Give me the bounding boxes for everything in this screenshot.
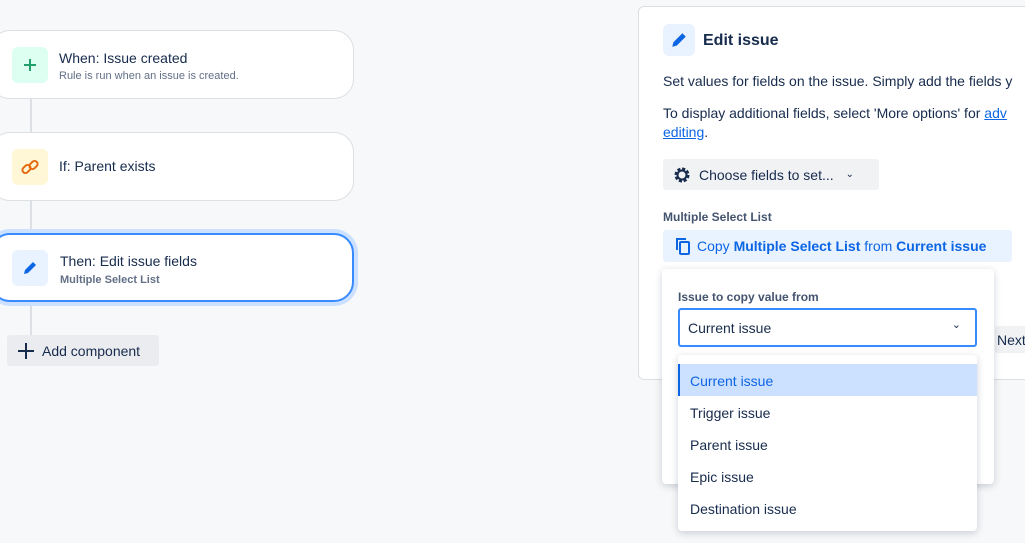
next-button[interactable]: Next	[995, 326, 1025, 353]
option-trigger-issue[interactable]: Trigger issue	[678, 396, 977, 428]
option-epic-issue[interactable]: Epic issue	[678, 460, 977, 492]
advanced-link[interactable]: adv	[984, 105, 1007, 121]
choose-fields-button[interactable]: Choose fields to set... ⌄	[663, 159, 879, 190]
pencil-icon	[663, 24, 695, 56]
trigger-subtitle: Rule is run when an issue is created.	[59, 70, 239, 82]
choose-fields-label: Choose fields to set...	[699, 166, 834, 183]
issue-select-value: Current issue	[688, 320, 772, 336]
add-component-label: Add component	[42, 342, 141, 359]
pencil-icon	[12, 250, 48, 286]
copy-text: Copy	[697, 238, 734, 254]
panel-description: Set values for fields on the issue. Simp…	[663, 73, 1013, 89]
add-component-button[interactable]: Add component	[7, 335, 159, 366]
trigger-card[interactable]: When: Issue created Rule is run when an …	[0, 30, 354, 99]
action-title: Then: Edit issue fields	[60, 253, 197, 269]
popup-label: Issue to copy value from	[678, 290, 819, 304]
action-subtitle: Multiple Select List	[60, 274, 160, 286]
copy-field-name: Multiple Select List	[733, 238, 861, 254]
field-label: Multiple Select List	[663, 210, 772, 224]
gear-icon	[674, 167, 690, 182]
connector	[30, 302, 32, 336]
trigger-title: When: Issue created	[59, 50, 188, 66]
action-card[interactable]: Then: Edit issue fields Multiple Select …	[0, 233, 354, 302]
option-current-issue[interactable]: Current issue	[678, 364, 977, 396]
desc-period: .	[704, 124, 709, 140]
chevron-down-icon: ⌄	[845, 169, 855, 180]
chevron-down-icon: ⌄	[951, 319, 961, 331]
connector	[30, 200, 32, 234]
editing-link[interactable]: editing	[663, 124, 704, 140]
condition-title: If: Parent exists	[59, 158, 156, 174]
plus-icon	[12, 47, 48, 83]
issue-options-list: Current issue Trigger issue Parent issue…	[678, 355, 977, 531]
option-destination-issue[interactable]: Destination issue	[678, 492, 977, 524]
copy-source: Current issue	[896, 238, 987, 254]
plus-icon	[18, 342, 34, 359]
desc-text: To display additional fields, select 'Mo…	[663, 105, 985, 121]
issue-select[interactable]: Current issue ⌄	[678, 308, 977, 347]
panel-title: Edit issue	[703, 32, 779, 49]
link-icon	[12, 149, 48, 185]
copy-icon	[676, 238, 690, 255]
panel-description-2: To display additional fields, select 'Mo…	[663, 105, 1007, 121]
condition-card[interactable]: If: Parent exists	[0, 132, 354, 201]
copy-text: from	[860, 238, 897, 254]
connector	[30, 98, 32, 133]
copy-field-button[interactable]: Copy Multiple Select List from Current i…	[663, 230, 1012, 262]
option-parent-issue[interactable]: Parent issue	[678, 428, 977, 460]
